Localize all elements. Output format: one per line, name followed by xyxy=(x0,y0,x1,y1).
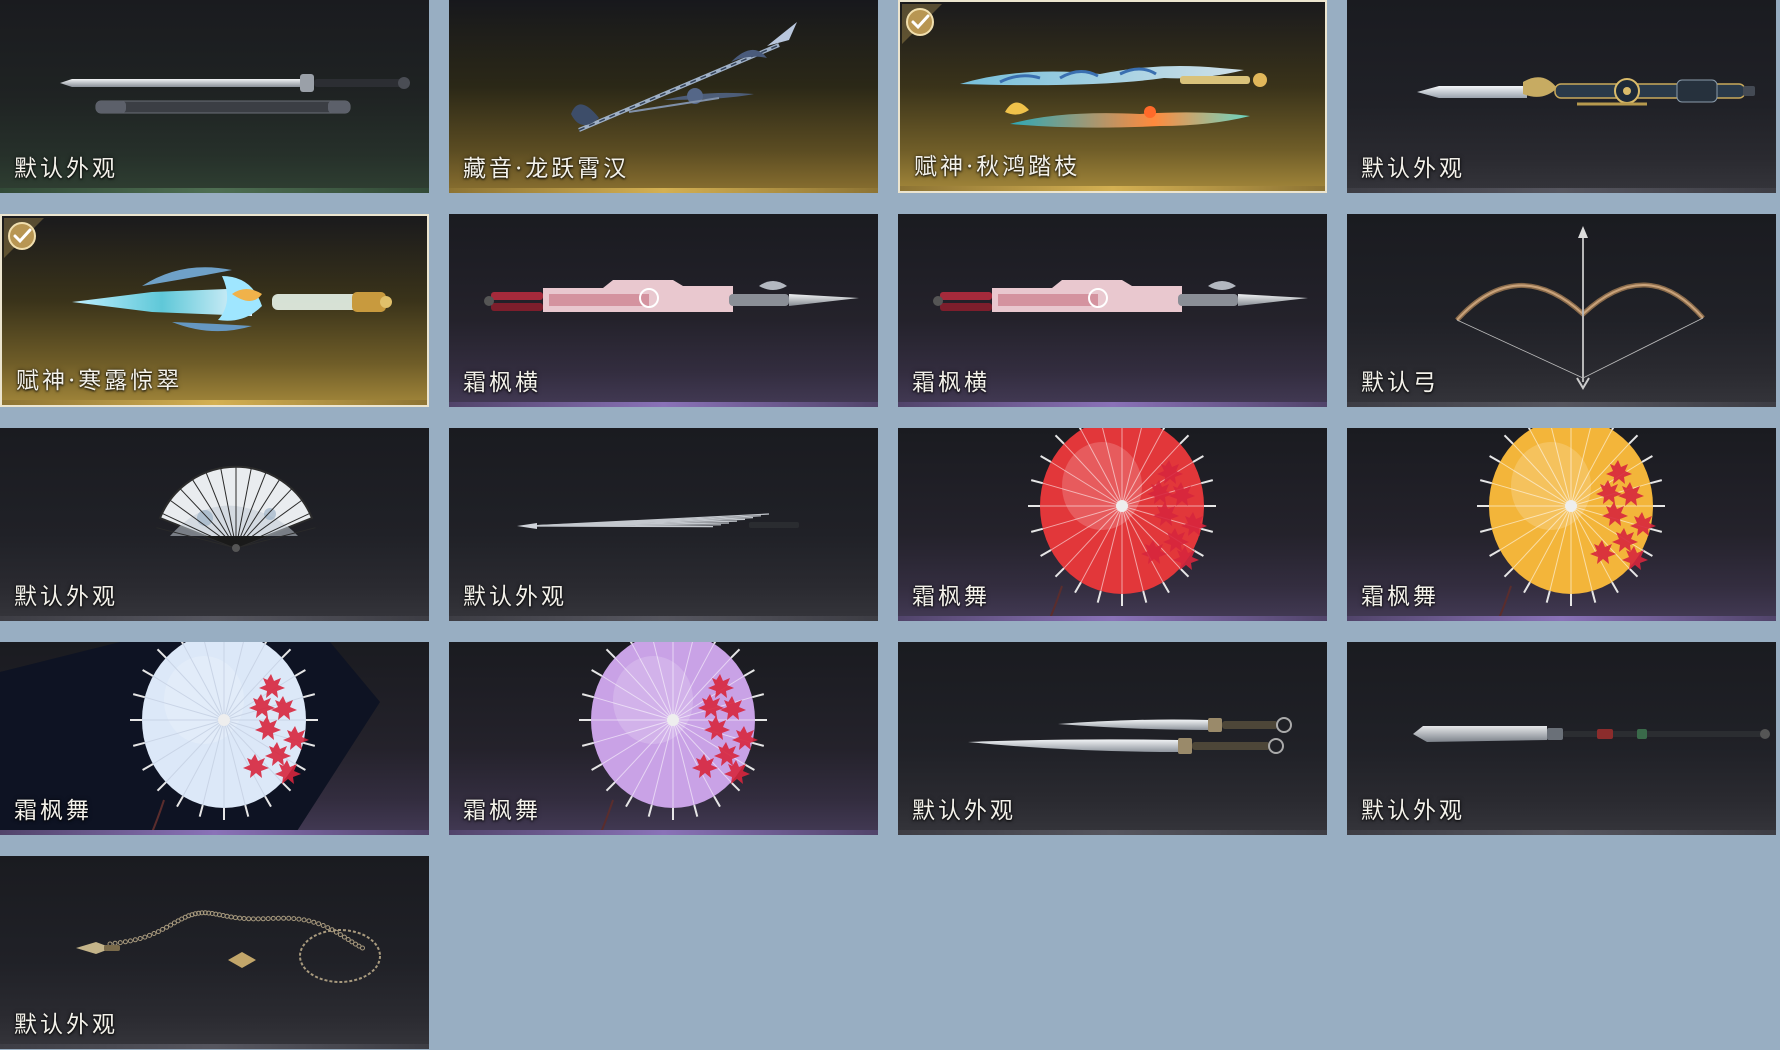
rarity-bar xyxy=(1347,188,1776,193)
check-icon xyxy=(4,218,44,258)
skin-card[interactable]: 霜枫舞 xyxy=(449,642,878,835)
skin-card[interactable]: 默认外观 xyxy=(1347,0,1776,193)
skin-name: 默认外观 xyxy=(1361,156,1465,182)
skin-card[interactable]: 默认外观 xyxy=(0,428,429,621)
rarity-bar xyxy=(898,402,1327,407)
skin-name: 默认弓 xyxy=(1361,370,1439,396)
check-icon xyxy=(902,4,942,44)
skin-card[interactable]: 默认外观 xyxy=(449,428,878,621)
skin-card[interactable]: 赋神·寒露惊翠 xyxy=(0,214,429,407)
skin-name: 默认外观 xyxy=(14,156,118,182)
rarity-bar xyxy=(898,830,1327,835)
skin-name: 赋神·寒露惊翠 xyxy=(16,368,183,394)
skin-name: 默认外观 xyxy=(463,584,567,610)
rarity-bar xyxy=(0,1044,429,1049)
skin-card[interactable]: 默认外观 xyxy=(0,0,429,193)
skin-name: 默认外观 xyxy=(912,798,1016,824)
rarity-bar xyxy=(900,186,1325,191)
skin-name: 霜枫横 xyxy=(463,370,541,396)
skin-grid: 默认外观 藏音·龙跃霄汉 赋神·秋鸿踏枝 默认外观 赋神·寒露惊翠 霜枫横 霜枫… xyxy=(0,0,1780,1050)
rarity-bar xyxy=(1347,402,1776,407)
skin-card[interactable]: 霜枫横 xyxy=(898,214,1327,407)
skin-card[interactable]: 霜枫横 xyxy=(449,214,878,407)
skin-name: 霜枫舞 xyxy=(14,798,92,824)
skin-card[interactable]: 赋神·秋鸿踏枝 xyxy=(898,0,1327,193)
skin-name: 霜枫横 xyxy=(912,370,990,396)
skin-name: 默认外观 xyxy=(14,584,118,610)
rarity-bar xyxy=(449,616,878,621)
skin-name: 默认外观 xyxy=(1361,798,1465,824)
skin-card[interactable]: 默认外观 xyxy=(898,642,1327,835)
skin-card[interactable]: 霜枫舞 xyxy=(898,428,1327,621)
skin-card[interactable]: 默认弓 xyxy=(1347,214,1776,407)
skin-name: 默认外观 xyxy=(14,1012,118,1038)
rarity-bar xyxy=(449,188,878,193)
skin-card[interactable]: 霜枫舞 xyxy=(0,642,429,835)
rarity-bar xyxy=(0,188,429,193)
skin-name: 赋神·秋鸿踏枝 xyxy=(914,154,1081,180)
rarity-bar xyxy=(0,830,429,835)
skin-card[interactable]: 默认外观 xyxy=(0,856,429,1049)
rarity-bar xyxy=(0,616,429,621)
rarity-bar xyxy=(1347,616,1776,621)
skin-name: 霜枫舞 xyxy=(912,584,990,610)
rarity-bar xyxy=(2,400,427,405)
skin-card[interactable]: 霜枫舞 xyxy=(1347,428,1776,621)
skin-name: 藏音·龙跃霄汉 xyxy=(463,156,630,182)
skin-card[interactable]: 默认外观 xyxy=(1347,642,1776,835)
skin-name: 霜枫舞 xyxy=(1361,584,1439,610)
skin-name: 霜枫舞 xyxy=(463,798,541,824)
rarity-bar xyxy=(1347,830,1776,835)
skin-card[interactable]: 藏音·龙跃霄汉 xyxy=(449,0,878,193)
rarity-bar xyxy=(898,616,1327,621)
rarity-bar xyxy=(449,402,878,407)
rarity-bar xyxy=(449,830,878,835)
